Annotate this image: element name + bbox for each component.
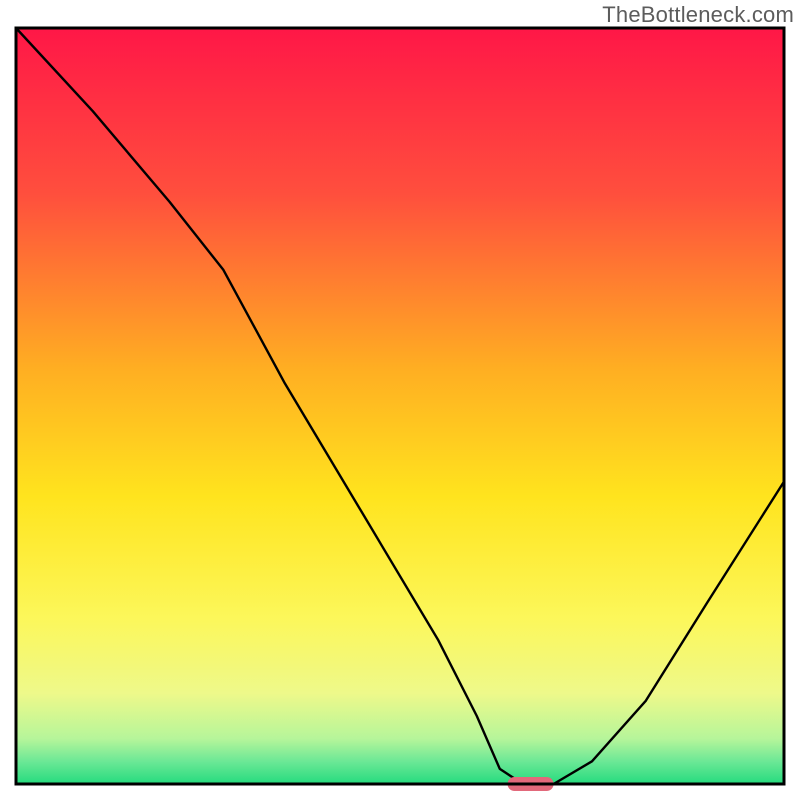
watermark-label: TheBottleneck.com — [602, 2, 794, 28]
bottleneck-chart: TheBottleneck.com — [0, 0, 800, 800]
chart-svg — [0, 0, 800, 800]
gradient-background — [16, 28, 784, 784]
